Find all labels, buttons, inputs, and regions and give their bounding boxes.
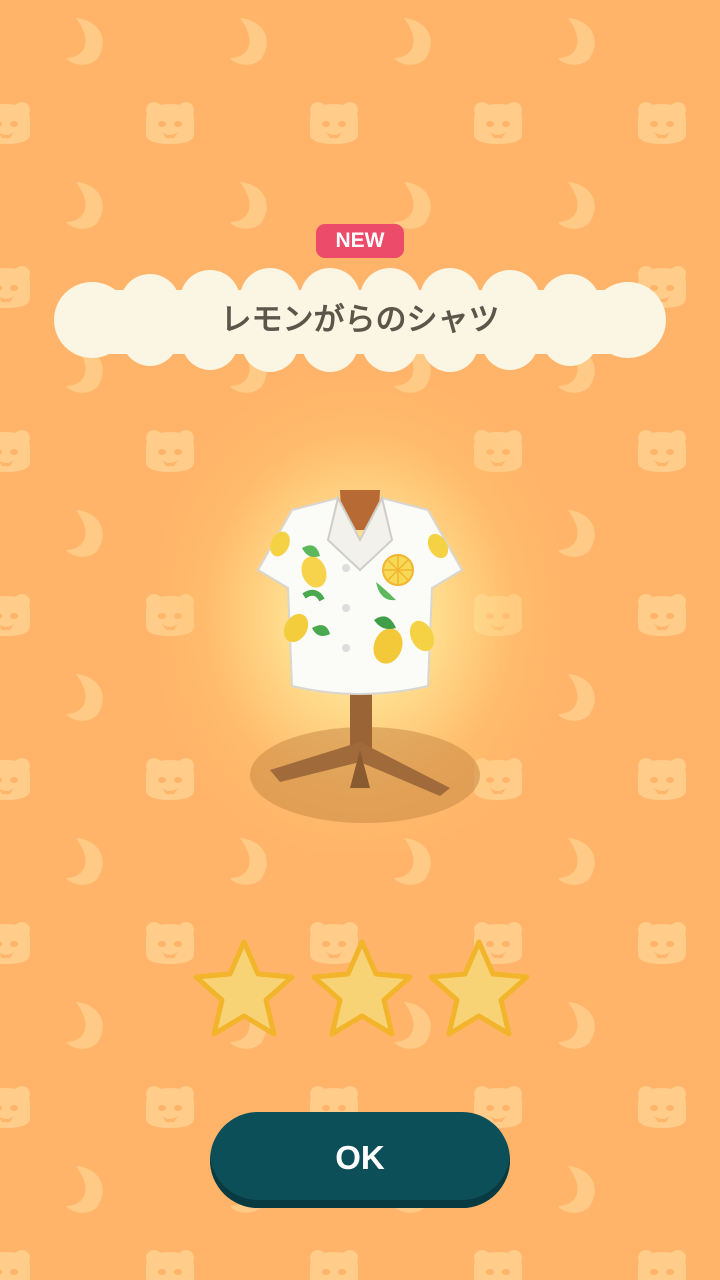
star-rating (193, 939, 530, 1037)
ok-button[interactable]: OK (210, 1112, 510, 1208)
item-name: レモンがらのシャツ (220, 302, 500, 338)
star-icon (193, 939, 295, 1037)
title-panel (54, 268, 666, 372)
lemon-print-shirt-icon (250, 490, 480, 823)
new-badge: NEW (316, 224, 404, 258)
star-icon (311, 939, 413, 1037)
star-icon (428, 939, 530, 1037)
